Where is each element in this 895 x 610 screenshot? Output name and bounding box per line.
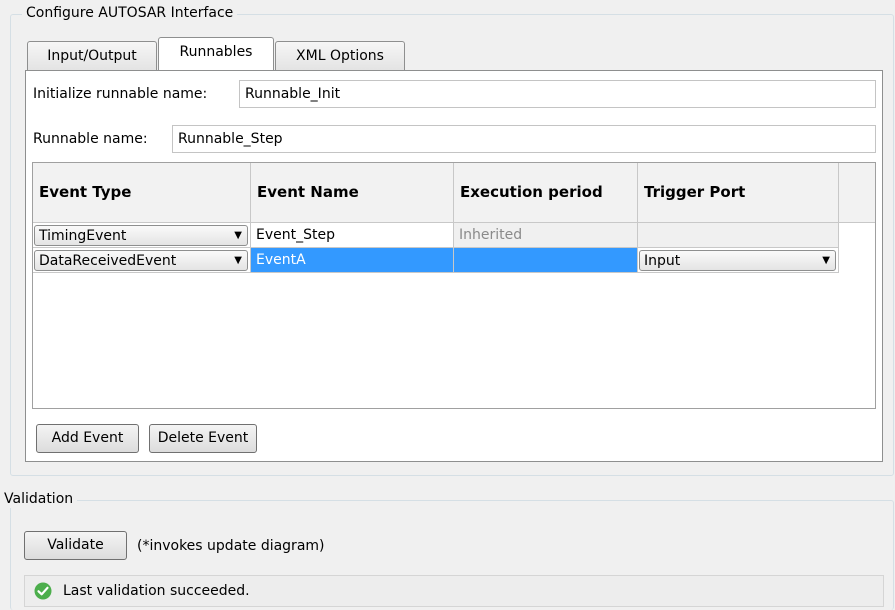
validation-group-title: Validation: [0, 490, 78, 508]
validation-status-text: Last validation succeeded.: [63, 583, 250, 599]
chevron-down-icon: ▼: [234, 230, 242, 241]
runnable-name-input[interactable]: Runnable_Step: [172, 125, 876, 153]
tab-runnables[interactable]: Runnables: [158, 37, 274, 70]
header-event-name[interactable]: Event Name: [251, 163, 454, 223]
event-type-value: TimingEvent: [39, 228, 127, 244]
event-name-cell[interactable]: EventA: [251, 248, 454, 273]
execution-period-cell[interactable]: [454, 248, 638, 273]
header-event-type[interactable]: Event Type: [33, 163, 251, 223]
check-circle-icon: [34, 582, 52, 600]
configure-group-title: Configure AUTOSAR Interface: [22, 4, 238, 22]
validate-note: (*invokes update diagram): [137, 538, 325, 554]
trigger-port-dropdown[interactable]: Input ▼: [639, 250, 836, 271]
add-event-button[interactable]: Add Event: [36, 424, 139, 453]
delete-event-button[interactable]: Delete Event: [149, 424, 257, 453]
tab-xml-options[interactable]: XML Options: [275, 41, 405, 71]
execution-period-cell[interactable]: Inherited: [454, 223, 638, 248]
trigger-port-cell: [638, 223, 839, 248]
validate-button[interactable]: Validate: [24, 531, 127, 560]
header-trigger-port[interactable]: Trigger Port: [638, 163, 839, 223]
tab-input-output[interactable]: Input/Output: [27, 41, 157, 71]
events-table: Event Type Event Name Execution period T…: [32, 162, 876, 409]
table-row: TimingEvent ▼: [33, 223, 251, 248]
init-runnable-input[interactable]: Runnable_Init: [239, 80, 876, 108]
header-filler: [839, 163, 875, 223]
event-type-dropdown[interactable]: DataReceivedEvent ▼: [34, 250, 248, 271]
header-execution-period[interactable]: Execution period: [454, 163, 638, 223]
runnable-name-label: Runnable name:: [33, 131, 148, 147]
event-type-dropdown[interactable]: TimingEvent ▼: [34, 225, 248, 246]
chevron-down-icon: ▼: [822, 255, 830, 266]
trigger-port-value: Input: [644, 253, 681, 269]
init-runnable-label: Initialize runnable name:: [33, 86, 208, 102]
trigger-port-cell: Input ▼: [638, 248, 839, 273]
validation-status: Last validation succeeded.: [24, 575, 884, 607]
event-type-value: DataReceivedEvent: [39, 253, 177, 269]
table-row: DataReceivedEvent ▼: [33, 248, 251, 273]
event-name-cell[interactable]: Event_Step: [251, 223, 454, 248]
chevron-down-icon: ▼: [234, 255, 242, 266]
